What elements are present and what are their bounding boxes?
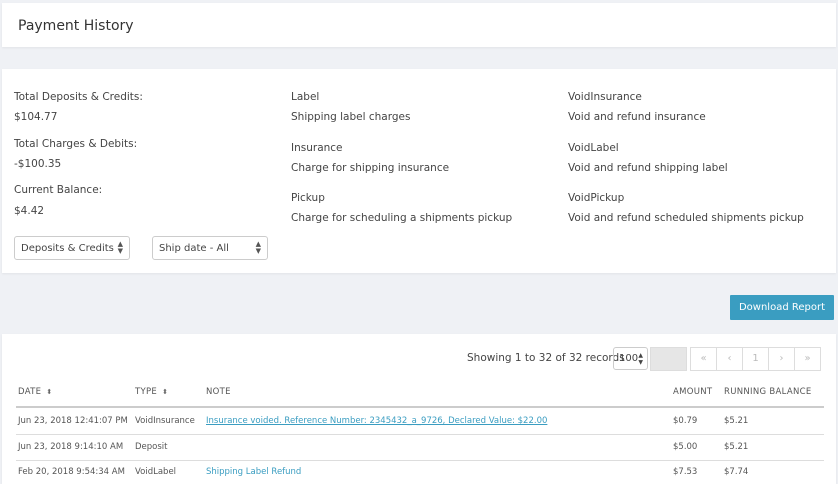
- pager-first-button[interactable]: «: [690, 347, 717, 371]
- row-type: VoidLabel: [135, 467, 177, 477]
- row-type: Deposit: [135, 442, 168, 452]
- legend-desc: Charge for shipping insurance: [291, 162, 450, 174]
- payments-table: Showing 1 to 32 of 32 records 100 ▲ ▼ « ‹…: [2, 334, 836, 484]
- column-header-date[interactable]: DATE ⬍: [18, 387, 53, 397]
- type-filter-select[interactable]: Deposits & Credits ▲ ▼: [14, 236, 130, 260]
- row-balance: $7.74: [724, 467, 749, 477]
- summary-panel: Total Deposits & Credits: $104.77 Total …: [2, 69, 836, 273]
- column-header-note: NOTE: [206, 387, 231, 397]
- row-date: Jun 23, 2018 9:14:10 AM: [18, 442, 124, 452]
- row-balance: $5.21: [724, 416, 749, 426]
- total-charges-label: Total Charges & Debits:: [14, 138, 138, 150]
- total-charges-value: -$100.35: [14, 158, 62, 170]
- legend-title: Insurance: [291, 142, 343, 154]
- page-title: Payment History: [18, 18, 134, 34]
- pager-prev-button[interactable]: ‹: [716, 347, 743, 371]
- legend-title: VoidPickup: [568, 192, 625, 204]
- column-header-running-balance: RUNNING BALANCE: [724, 387, 812, 397]
- legend-desc: Void and refund insurance: [568, 111, 706, 123]
- sort-updown-icon: ⬍: [162, 388, 169, 396]
- row-date: Feb 20, 2018 9:54:34 AM: [18, 467, 125, 477]
- row-divider: [16, 434, 824, 435]
- row-amount: $7.53: [673, 467, 698, 477]
- row-note-link[interactable]: Shipping Label Refund: [206, 467, 301, 477]
- date-filter-value: Ship date - All: [159, 243, 229, 254]
- total-deposits-value: $104.77: [14, 111, 58, 123]
- pager-last-button[interactable]: »: [794, 347, 821, 371]
- date-filter-select[interactable]: Ship date - All ▲ ▼: [152, 236, 268, 260]
- row-note-link[interactable]: Insurance voided. Reference Number: 2345…: [206, 416, 547, 426]
- page-header: Payment History: [2, 3, 836, 47]
- legend-title: Label: [291, 91, 320, 103]
- legend-title: Pickup: [291, 192, 325, 204]
- row-type: VoidInsurance: [135, 416, 195, 426]
- legend-title: VoidInsurance: [568, 91, 642, 103]
- select-arrows-icon: ▲ ▼: [638, 352, 643, 366]
- total-deposits-label: Total Deposits & Credits:: [14, 91, 143, 103]
- row-date: Jun 23, 2018 12:41:07 PM: [18, 416, 128, 426]
- column-header-type[interactable]: TYPE ⬍: [135, 387, 168, 397]
- legend-desc: Void and refund scheduled shipments pick…: [568, 212, 804, 224]
- type-filter-value: Deposits & Credits: [21, 243, 114, 254]
- header-divider: [16, 406, 824, 408]
- column-header-label: TYPE: [135, 387, 158, 397]
- select-arrows-icon: ▲ ▼: [117, 240, 123, 255]
- select-arrows-icon: ▲ ▼: [255, 240, 261, 255]
- pager-spacer: [650, 347, 687, 371]
- current-balance-value: $4.42: [14, 205, 45, 217]
- page-size-value: 100: [619, 353, 639, 364]
- legend-desc: Void and refund shipping label: [568, 162, 728, 174]
- page-size-select[interactable]: 100 ▲ ▼: [613, 347, 648, 370]
- pager-next-button[interactable]: ›: [768, 347, 795, 371]
- current-balance-label: Current Balance:: [14, 184, 103, 196]
- sort-updown-icon: ⬍: [46, 388, 53, 396]
- legend-title: VoidLabel: [568, 142, 619, 154]
- column-header-amount: AMOUNT: [673, 387, 713, 397]
- pager-page-1[interactable]: 1: [742, 347, 769, 371]
- column-header-label: DATE: [18, 387, 42, 397]
- download-report-button[interactable]: Download Report: [730, 295, 834, 320]
- row-amount: $5.00: [673, 442, 698, 452]
- records-info: Showing 1 to 32 of 32 records: [467, 352, 625, 364]
- row-amount: $0.79: [673, 416, 698, 426]
- row-balance: $5.21: [724, 442, 749, 452]
- row-divider: [16, 460, 824, 461]
- legend-desc: Shipping label charges: [291, 111, 411, 123]
- legend-desc: Charge for scheduling a shipments pickup: [291, 212, 513, 224]
